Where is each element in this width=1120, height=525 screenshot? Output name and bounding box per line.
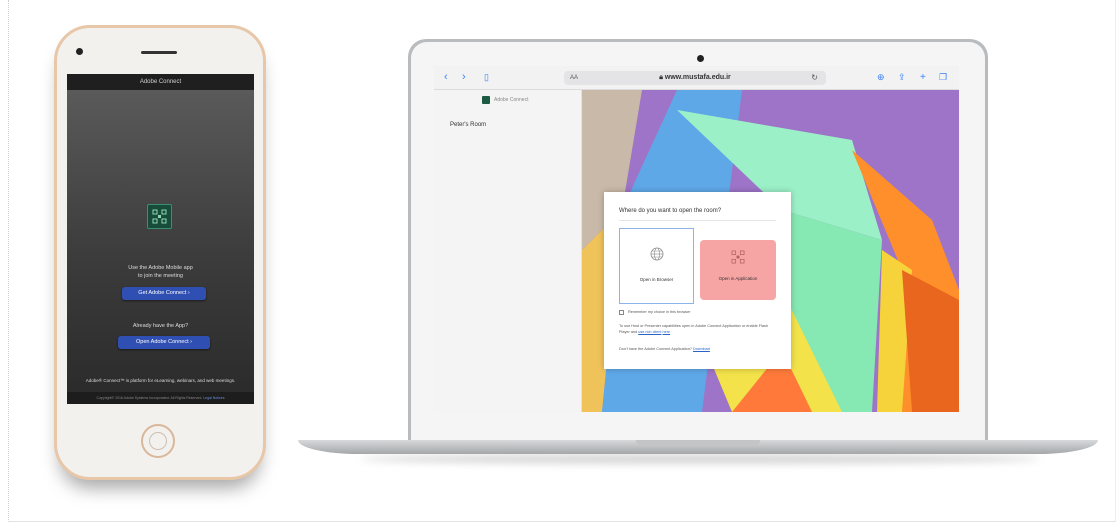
open-in-browser-option[interactable]: Open in Browser [619,228,694,304]
phone-screen: Adobe Connect Use the Adobe Mobile app t… [67,74,254,404]
open-in-browser-label: Open in Browser [639,277,674,282]
open-button-label: Open Adobe Connect [136,339,189,345]
phone-instruction-line1: Use the Adobe Mobile app [128,265,193,271]
chevron-right-icon: › [190,339,192,345]
open-in-application-label: Open in Application [718,276,758,281]
get-adobe-connect-button[interactable]: Get Adobe Connect › [122,287,206,300]
laptop-notch [636,440,760,446]
open-in-application-option[interactable]: Open in Application [700,240,776,300]
download-link[interactable]: Download [693,347,710,351]
phone-camera [76,48,83,55]
adobe-connect-logo-icon [147,204,172,229]
url-text: 🔒︎ www.mustafa.edu.ir [564,71,826,85]
laptop-camera [697,55,704,62]
get-button-label: Get Adobe Connect [138,290,187,296]
room-sidebar: Adobe Connect Peter's Room [434,90,582,412]
no-app-label: Don't have the Adobe Connect Application… [619,347,692,351]
rich-client-link[interactable]: use rich client [638,330,661,334]
download-icon[interactable]: ⊕ [877,72,885,83]
dialog-title: Where do you want to open the room? [619,208,722,214]
back-icon[interactable]: ‹ [444,72,448,83]
laptop-shadow [360,454,1040,464]
already-have-app-text: Already have the App? [132,323,189,329]
remember-choice-checkbox[interactable] [619,310,624,315]
phone-description: Adobe® Connect™ is platform for eLearnin… [85,378,236,383]
globe-icon [650,247,664,261]
here-link[interactable]: here [663,330,671,334]
info-text: To use Host or Presenter capabilities op… [619,323,779,335]
phone-copyright: Copyright© 2016 Adobe Systems Incorporat… [96,396,203,400]
browser-toolbar: ‹ › ▯ AA 🔒︎ www.mustafa.edu.ir ↻ ⊕ ⇪ + ❐ [434,66,959,90]
phone-footer: Copyright© 2016 Adobe Systems Incorporat… [67,392,254,404]
remember-choice-label: Remember my choice in this browser [628,310,691,314]
lock-icon: 🔒︎ [659,74,663,81]
open-room-dialog: Where do you want to open the room? Open… [604,192,791,369]
dialog-divider [619,220,776,221]
chevron-right-icon: › [187,290,190,296]
phone-topbar-title: Adobe Connect [67,74,254,90]
phone-home-button[interactable] [141,424,175,458]
reload-icon[interactable]: ↻ [811,71,818,85]
no-app-text: Don't have the Adobe Connect Application… [619,346,779,352]
laptop-base [298,440,1098,454]
phone-instruction-line2: to join the meeting [138,273,183,279]
room-name: Peter's Room [450,122,487,128]
phone-speaker [141,51,177,54]
laptop-screen: ‹ › ▯ AA 🔒︎ www.mustafa.edu.ir ↻ ⊕ ⇪ + ❐… [434,66,959,412]
sidebar-brand: Adobe Connect [494,97,529,103]
phone-device: Adobe Connect Use the Adobe Mobile app t… [54,25,266,480]
open-adobe-connect-button[interactable]: Open Adobe Connect › [118,336,210,349]
legal-notices-link[interactable]: Legal Notices [203,396,224,400]
forward-icon[interactable]: › [462,72,466,83]
url-value: www.mustafa.edu.ir [664,74,731,81]
address-bar[interactable]: AA 🔒︎ www.mustafa.edu.ir ↻ [564,71,826,85]
adobe-connect-logo-icon [482,96,490,104]
new-tab-icon[interactable]: + [920,72,926,83]
sidebar-toggle-icon[interactable]: ▯ [484,72,489,83]
tabs-icon[interactable]: ❐ [939,72,947,83]
share-icon[interactable]: ⇪ [898,72,906,83]
adobe-connect-app-icon [731,250,745,264]
